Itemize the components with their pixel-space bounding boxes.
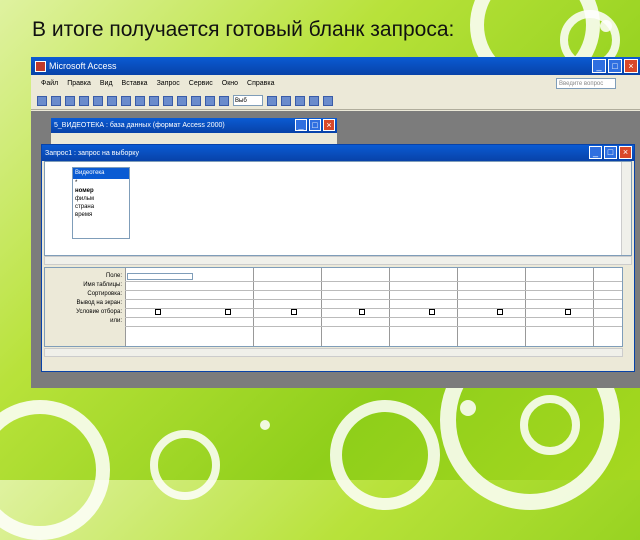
query-window-titlebar[interactable]: Запрос1 : запрос на выборку _ □ × <box>42 145 634 161</box>
minimize-button[interactable]: _ <box>592 59 606 73</box>
field-dropdown[interactable] <box>127 273 193 280</box>
db-maximize-button[interactable]: □ <box>309 119 321 131</box>
cut-icon[interactable] <box>107 95 117 106</box>
design-grid-hscrollbar[interactable] <box>44 348 623 357</box>
workspace: 5_ВИДЕОТЕКА : база данных (формат Access… <box>31 111 640 388</box>
field-list-title: Видеотека <box>73 168 129 179</box>
menu-query[interactable]: Запрос <box>157 80 180 87</box>
undo-icon[interactable] <box>149 95 159 106</box>
show-checkbox[interactable] <box>291 309 297 315</box>
app-title: Microsoft Access <box>49 61 117 71</box>
menu-help[interactable]: Справка <box>247 80 274 87</box>
grid-row-line <box>125 308 622 309</box>
grid-row-line <box>125 317 622 318</box>
query-window-title: Запрос1 : запрос на выборку <box>45 149 139 157</box>
row-label-show: Вывод на экран: <box>76 300 122 306</box>
show-checkbox[interactable] <box>225 309 231 315</box>
table-pane: Видеотека * номер фильм страна время <box>44 161 632 256</box>
decor-ring <box>150 430 220 500</box>
show-checkbox[interactable] <box>429 309 435 315</box>
grid-column[interactable] <box>457 268 526 346</box>
decor-ring <box>520 395 580 455</box>
preview-icon[interactable] <box>79 95 89 106</box>
new-object-icon[interactable] <box>309 95 319 106</box>
query-window: Запрос1 : запрос на выборку _ □ × Видеот… <box>41 144 635 372</box>
menu-insert[interactable]: Вставка <box>122 80 148 87</box>
table-pane-scrollbar[interactable] <box>621 162 631 255</box>
show-checkbox[interactable] <box>497 309 503 315</box>
query-type-icon[interactable] <box>177 95 187 106</box>
run-icon[interactable] <box>191 95 201 106</box>
access-key-icon <box>35 60 46 72</box>
query-maximize-button[interactable]: □ <box>604 146 617 159</box>
query-minimize-button[interactable]: _ <box>589 146 602 159</box>
table-pane-hscrollbar[interactable] <box>44 256 632 265</box>
redo-icon[interactable] <box>163 95 173 106</box>
database-window: 5_ВИДЕОТЕКА : база данных (формат Access… <box>51 118 337 146</box>
top-values-select[interactable]: Выб <box>233 95 263 106</box>
maximize-button[interactable]: □ <box>608 59 622 73</box>
field-item[interactable]: номер <box>73 187 129 195</box>
grid-row-line <box>125 299 622 300</box>
grid-row-line <box>125 290 622 291</box>
grid-row-line <box>125 326 622 327</box>
grid-row-line <box>125 281 622 282</box>
field-item[interactable]: * <box>73 179 129 187</box>
decor-ring <box>330 400 440 510</box>
menu-view[interactable]: Вид <box>100 80 113 87</box>
grid-column[interactable] <box>321 268 390 346</box>
build-icon[interactable] <box>281 95 291 106</box>
menu-window[interactable]: Окно <box>222 80 238 87</box>
decor-dot <box>460 400 476 416</box>
field-list[interactable]: Видеотека * номер фильм страна время <box>72 167 130 239</box>
menu-edit[interactable]: Правка <box>67 80 91 87</box>
field-item[interactable]: время <box>73 211 129 219</box>
grid-column[interactable] <box>525 268 594 346</box>
show-checkbox[interactable] <box>565 309 571 315</box>
help-icon[interactable] <box>323 95 333 106</box>
decor-dot <box>260 420 270 430</box>
database-window-titlebar[interactable]: 5_ВИДЕОТЕКА : база данных (формат Access… <box>51 118 337 133</box>
view-icon[interactable] <box>37 95 47 106</box>
row-label-field: Поле: <box>105 273 122 279</box>
menu-file[interactable]: Файл <box>41 80 58 87</box>
row-label-table: Имя таблицы: <box>83 282 122 288</box>
menu-bar: Файл Правка Вид Вставка Запрос Сервис Ок… <box>31 75 640 91</box>
copy-icon[interactable] <box>121 95 131 106</box>
show-checkbox[interactable] <box>359 309 365 315</box>
show-checkbox[interactable] <box>155 309 161 315</box>
decor-dot <box>600 20 612 32</box>
grid-column[interactable] <box>389 268 458 346</box>
row-label-sort: Сортировка: <box>87 291 122 297</box>
db-close-button[interactable]: × <box>323 119 335 131</box>
design-grid: Поле: Имя таблицы: Сортировка: Вывод на … <box>44 267 623 347</box>
row-label-criteria: Условие отбора: <box>76 309 122 315</box>
grid-row-labels: Поле: Имя таблицы: Сортировка: Вывод на … <box>45 268 126 346</box>
spell-icon[interactable] <box>93 95 103 106</box>
access-window: Microsoft Access _ □ × Файл Правка Вид В… <box>31 57 640 388</box>
db-minimize-button[interactable]: _ <box>295 119 307 131</box>
database-window-title: 5_ВИДЕОТЕКА : база данных (формат Access… <box>54 122 225 129</box>
slide-title: В итоге получается готовый бланк запроса… <box>32 18 455 41</box>
close-button[interactable]: × <box>624 59 638 73</box>
app-titlebar: Microsoft Access _ □ × <box>31 57 640 75</box>
save-icon[interactable] <box>51 95 61 106</box>
database-window-icon[interactable] <box>295 95 305 106</box>
properties-icon[interactable] <box>267 95 277 106</box>
field-item[interactable]: фильм <box>73 195 129 203</box>
grid-column[interactable] <box>253 268 322 346</box>
row-label-or: или: <box>110 318 122 324</box>
help-search-input[interactable]: Введите вопрос <box>556 78 616 89</box>
query-close-button[interactable]: × <box>619 146 632 159</box>
field-item[interactable]: страна <box>73 203 129 211</box>
print-icon[interactable] <box>65 95 75 106</box>
totals-icon[interactable] <box>219 95 229 106</box>
menu-tools[interactable]: Сервис <box>189 80 213 87</box>
show-table-icon[interactable] <box>205 95 215 106</box>
toolbar: Выб <box>31 92 640 110</box>
paste-icon[interactable] <box>135 95 145 106</box>
decor-ring <box>0 400 110 540</box>
